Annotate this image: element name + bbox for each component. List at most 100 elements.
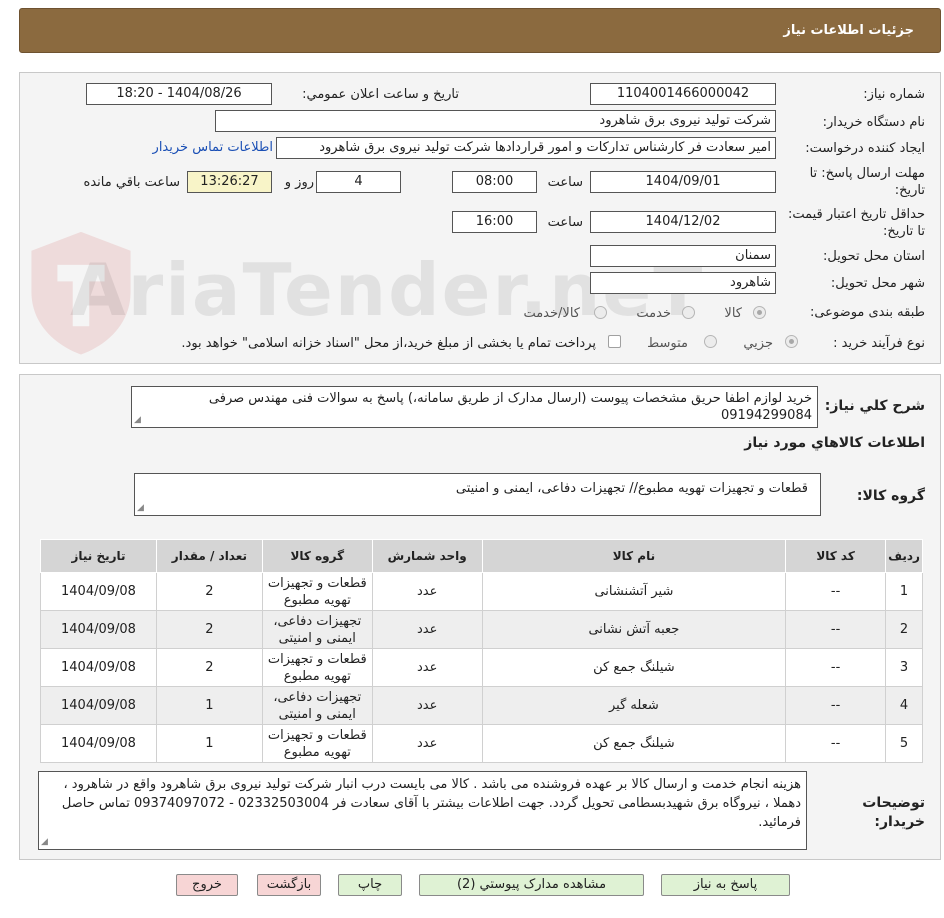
- table-row: 4 -- شعله گیر عدد تجهیزات دفاعی، ایمنی و…: [40, 686, 923, 725]
- requester-field: امیر سعادت فر کارشناس تدارکات و امور قرا…: [276, 137, 776, 159]
- cell-need-date: 1404/09/08: [40, 572, 157, 611]
- cell-unit: عدد: [371, 610, 483, 649]
- reply-deadline-label: مهلت ارسال پاسخ: تا تاریخ:: [809, 166, 925, 198]
- table-row: 3 -- شیلنگ جمع کن عدد قطعات و تجهیزات ته…: [40, 648, 923, 687]
- cell-item-group: تجهیزات دفاعی، ایمنی و امنیتی: [261, 610, 373, 649]
- goods-group-label: گروه کالا:: [856, 488, 925, 504]
- cell-quantity: 2: [155, 648, 263, 687]
- table-row: 1 -- شیر آتشنشانی عدد قطعات و تجهیزات ته…: [40, 572, 923, 611]
- reply-time-label: ساعت: [547, 175, 583, 190]
- category-radio-goods[interactable]: [753, 306, 766, 319]
- remaining-days-field: 4: [316, 171, 401, 193]
- cell-quantity: 2: [155, 610, 263, 649]
- days-label: روز و: [284, 175, 314, 190]
- city-label: شهر محل تحویل:: [830, 276, 925, 291]
- items-table: رديف کد کالا نام کالا واحد شمارش گروه کا…: [40, 539, 923, 763]
- category-option-goods: کالا: [724, 306, 742, 321]
- resize-grip-icon: ◢: [134, 415, 141, 425]
- cell-row-number: 5: [885, 724, 923, 763]
- cell-row-number: 4: [885, 686, 923, 725]
- col-header-item-code: کد کالا: [785, 539, 887, 573]
- cell-item-group: قطعات و تجهیزات تهویه مطبوع: [261, 572, 373, 611]
- validity-time-field: 16:00: [452, 211, 537, 233]
- buyer-notes-text: هزینه انجام خدمت و ارسال کالا بر عهده فر…: [61, 777, 801, 830]
- cell-need-date: 1404/09/08: [40, 686, 157, 725]
- goods-group-text: قطعات و تجهیزات تهویه مطبوع// تجهیزات دف…: [455, 481, 808, 496]
- table-row: 5 -- شیلنگ جمع کن عدد قطعات و تجهیزات ته…: [40, 724, 923, 763]
- cell-unit: عدد: [371, 724, 483, 763]
- cell-row-number: 3: [885, 648, 923, 687]
- category-radio-service[interactable]: [682, 306, 695, 319]
- col-header-row-number: رديف: [885, 539, 923, 573]
- purchase-type-option-medium: متوسط: [647, 336, 688, 351]
- cell-row-number: 2: [885, 610, 923, 649]
- cell-item-group: قطعات و تجهیزات تهویه مطبوع: [261, 724, 373, 763]
- validity-date-field: 1404/12/02: [590, 211, 776, 233]
- cell-item-name: شیر آتشنشانی: [481, 572, 787, 611]
- exit-button[interactable]: خروج: [176, 874, 238, 896]
- cell-item-code: --: [785, 610, 887, 649]
- reply-date-field: 1404/09/01: [590, 171, 776, 193]
- goods-section-title: اطلاعات کالاهاي مورد نياز: [744, 435, 925, 451]
- col-header-quantity: تعداد / مقدار: [155, 539, 263, 573]
- cell-item-group: تجهیزات دفاعی، ایمنی و امنیتی: [261, 686, 373, 725]
- reply-time-field: 08:00: [452, 171, 537, 193]
- col-header-item-name: نام کالا: [481, 539, 787, 573]
- cell-item-code: --: [785, 572, 887, 611]
- province-field: سمنان: [590, 245, 776, 267]
- summary-textarea: خرید لوازم اطفا حریق مشخصات پیوست (ارسال…: [131, 386, 818, 428]
- col-header-need-date: تاریخ نیاز: [40, 539, 157, 573]
- cell-item-name: شیلنگ جمع کن: [481, 648, 787, 687]
- table-header-row: رديف کد کالا نام کالا واحد شمارش گروه کا…: [40, 539, 923, 573]
- treasury-payment-checkbox[interactable]: [608, 335, 621, 348]
- cell-item-name: جعبه آتش نشانی: [481, 610, 787, 649]
- purchase-type-radio-minor[interactable]: [785, 335, 798, 348]
- purchase-type-label: نوع فرآیند خرید :: [833, 336, 925, 351]
- category-option-goods-service: کالا/خدمت: [523, 306, 580, 321]
- need-number-label: شماره نیاز:: [863, 87, 925, 102]
- resize-grip-icon: ◢: [41, 837, 48, 847]
- buyer-notes-label: توضیحات خریدار:: [862, 795, 925, 830]
- cell-item-name: شیلنگ جمع کن: [481, 724, 787, 763]
- category-label: طبقه بندی موضوعی:: [809, 305, 925, 320]
- purchase-type-radio-medium[interactable]: [704, 335, 717, 348]
- summary-text: خرید لوازم اطفا حریق مشخصات پیوست (ارسال…: [208, 391, 812, 423]
- province-label: استان محل تحویل:: [823, 249, 925, 264]
- validity-time-label: ساعت: [547, 215, 583, 230]
- cell-need-date: 1404/09/08: [40, 610, 157, 649]
- announce-label: تاریخ و ساعت اعلان عمومي:: [302, 87, 459, 102]
- cell-item-name: شعله گیر: [481, 686, 787, 725]
- buyer-contact-link[interactable]: اطلاعات تماس خریدار: [153, 140, 273, 155]
- category-option-service: خدمت: [636, 306, 671, 321]
- cell-quantity: 2: [155, 572, 263, 611]
- announce-datetime-field: 1404/08/26 - 18:20: [86, 83, 272, 105]
- summary-label: شرح كلي نياز:: [824, 398, 925, 414]
- remaining-time-label: ساعت باقي مانده: [83, 175, 180, 190]
- view-attachments-button[interactable]: مشاهده مدارک پیوستي (2): [419, 874, 644, 896]
- buyer-org-label: نام دستگاه خریدار:: [822, 115, 925, 130]
- buyer-notes-textarea: هزینه انجام خدمت و ارسال کالا بر عهده فر…: [38, 771, 807, 850]
- reply-to-need-button[interactable]: پاسخ به نیاز: [661, 874, 790, 896]
- cell-unit: عدد: [371, 572, 483, 611]
- back-button[interactable]: بازگشت: [257, 874, 321, 896]
- page-title-bar: جزئیات اطلاعات نیاز: [19, 8, 941, 53]
- cell-quantity: 1: [155, 724, 263, 763]
- cell-need-date: 1404/09/08: [40, 724, 157, 763]
- cell-unit: عدد: [371, 648, 483, 687]
- cell-need-date: 1404/09/08: [40, 648, 157, 687]
- print-button[interactable]: چاپ: [338, 874, 402, 896]
- category-radio-goods-service[interactable]: [594, 306, 607, 319]
- cell-unit: عدد: [371, 686, 483, 725]
- cell-item-code: --: [785, 724, 887, 763]
- page-title: جزئیات اطلاعات نیاز: [783, 23, 914, 38]
- col-header-unit: واحد شمارش: [371, 539, 483, 573]
- goods-group-textarea: قطعات و تجهیزات تهویه مطبوع// تجهیزات دف…: [134, 473, 821, 516]
- table-row: 2 -- جعبه آتش نشانی عدد تجهیزات دفاعی، ا…: [40, 610, 923, 649]
- need-number-field: 1104001466000042: [590, 83, 776, 105]
- purchase-type-option-minor: جزیي: [743, 336, 773, 351]
- resize-grip-icon: ◢: [137, 503, 144, 513]
- cell-item-code: --: [785, 686, 887, 725]
- treasury-payment-note: پرداخت تمام یا بخشی از مبلغ خرید،از محل …: [181, 336, 596, 351]
- requester-label: ایجاد کننده درخواست:: [805, 141, 925, 156]
- city-field: شاهرود: [590, 272, 776, 294]
